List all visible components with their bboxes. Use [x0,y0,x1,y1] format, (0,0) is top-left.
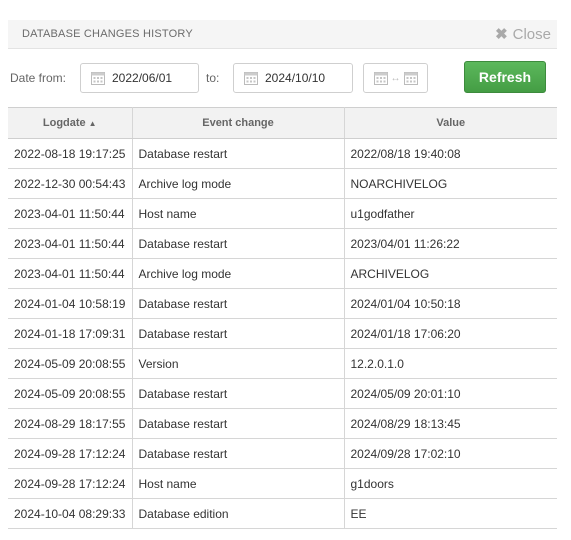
value-cell: 2023/04/01 11:26:22 [344,228,557,259]
logdate-cell: 2023-04-01 11:50:44 [8,258,133,289]
date-from-input[interactable] [112,71,192,85]
panel-header: DATABASE CHANGES HISTORY ✖ Close [8,20,557,49]
table-row[interactable]: 2024-05-09 20:08:55 Version 12.2.0.1.0 [8,348,557,379]
table-row[interactable]: 2024-09-28 17:12:24 Host name g1doors [8,468,557,499]
calendar-icon[interactable] [244,71,258,85]
value-cell: 2024/05/09 20:01:10 [344,378,557,409]
logdate-cell: 2024-01-04 10:58:19 [8,288,133,319]
logdate-cell: 2024-08-29 18:17:55 [8,408,133,439]
event-change-cell: Version [132,348,345,379]
event-change-cell: Host name [132,198,345,229]
value-cell: 2024/01/18 17:06:20 [344,318,557,349]
event-change-cell: Host name [132,468,345,499]
column-header-value[interactable]: Value [344,107,557,139]
range-separator-icon: ↔ [390,72,401,84]
value-cell: EE [344,498,557,529]
calendar-icon [403,72,418,85]
table-row[interactable]: 2024-05-09 20:08:55 Database restart 2024/… [8,378,557,409]
table-row[interactable]: 2022-08-18 19:17:25 Database restart 2022/… [8,138,557,169]
close-button[interactable]: ✖ Close [495,25,551,44]
event-change-cell: Database restart [132,318,345,349]
logdate-cell: 2024-05-09 20:08:55 [8,378,133,409]
logdate-cell: 2022-08-18 19:17:25 [8,138,133,169]
close-label: Close [512,25,551,43]
event-change-cell: Database edition [132,498,345,529]
sort-ascending-icon: ▲ [88,119,97,128]
changes-history-panel: DATABASE CHANGES HISTORY ✖ Close Date fr… [8,20,557,529]
logdate-cell: 2024-09-28 17:12:24 [8,438,133,469]
logdate-cell: 2024-05-09 20:08:55 [8,348,133,379]
logdate-cell: 2023-04-01 11:50:44 [8,198,133,229]
date-range-picker-button[interactable]: ↔ [363,63,428,93]
event-change-cell: Database restart [132,438,345,469]
panel-title: DATABASE CHANGES HISTORY [22,28,193,40]
event-change-cell: Database restart [132,378,345,409]
logdate-cell: 2023-04-01 11:50:44 [8,228,133,259]
table-row[interactable]: 2024-08-29 18:17:55 Database restart 2024/… [8,408,557,439]
value-cell: 2024/09/28 17:02:10 [344,438,557,469]
value-cell: 2024/01/04 10:50:18 [344,288,557,319]
table-row[interactable]: 2023-04-01 11:50:44 Host name u1godfather [8,198,557,229]
date-from-label: Date from: [10,71,67,85]
logdate-cell: 2022-12-30 00:54:43 [8,168,133,199]
logdate-cell: 2024-01-18 17:09:31 [8,318,133,349]
event-change-cell: Archive log mode [132,258,345,289]
date-to-field[interactable] [233,63,353,93]
event-change-cell: Database restart [132,408,345,439]
date-to-label: to: [206,71,220,85]
value-cell: 12.2.0.1.0 [344,348,557,379]
date-filter-toolbar: Date from: to: ↔ [8,49,557,107]
event-change-cell: Database restart [132,228,345,259]
table-row[interactable]: 2023-04-01 11:50:44 Archive log mode ARCHI… [8,258,557,289]
calendar-icon[interactable] [91,71,105,85]
value-cell: 2022/08/18 19:40:08 [344,138,557,169]
refresh-button[interactable]: Refresh [464,61,546,93]
event-change-cell: Database restart [132,288,345,319]
table-row[interactable]: 2024-09-28 17:12:24 Database restart 2024/… [8,438,557,469]
value-cell: g1doors [344,468,557,499]
table-row[interactable]: 2024-01-04 10:58:19 Database restart 2024/… [8,288,557,319]
close-icon: ✖ [495,26,508,43]
value-cell: u1godfather [344,198,557,229]
changes-table: Logdate ▲ Event change Value 2022-08-18 1… [8,107,557,529]
table-row[interactable]: 2024-10-04 08:29:33 Database edition EE [8,498,557,529]
value-cell: NOARCHIVELOG [344,168,557,199]
column-header-logdate[interactable]: Logdate ▲ [8,107,133,139]
column-header-event-change[interactable]: Event change [132,107,345,139]
calendar-icon [373,72,388,85]
table-row[interactable]: 2022-12-30 00:54:43 Archive log mode NOARC… [8,168,557,199]
table-header-row: Logdate ▲ Event change Value [8,107,557,139]
logdate-cell: 2024-09-28 17:12:24 [8,468,133,499]
table-row[interactable]: 2023-04-01 11:50:44 Database restart 2023/… [8,228,557,259]
event-change-cell: Archive log mode [132,168,345,199]
event-change-cell: Database restart [132,138,345,169]
table-row[interactable]: 2024-01-18 17:09:31 Database restart 2024/… [8,318,557,349]
date-to-input[interactable] [265,71,345,85]
value-cell: ARCHIVELOG [344,258,557,289]
logdate-cell: 2024-10-04 08:29:33 [8,498,133,529]
date-from-field[interactable] [80,63,199,93]
value-cell: 2024/08/29 18:13:45 [344,408,557,439]
